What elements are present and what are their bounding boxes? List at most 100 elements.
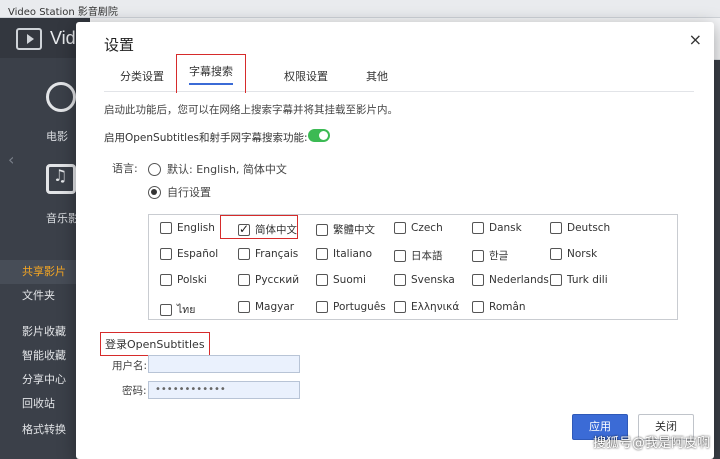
window-title: Video Station 影音剧院 — [8, 7, 118, 18]
radio-custom-circle[interactable] — [148, 185, 161, 199]
checkbox-box[interactable] — [238, 248, 250, 260]
checkbox-label: 日本語 — [411, 250, 443, 262]
language-checkbox[interactable]: Svenska — [394, 274, 455, 286]
checkbox-label: Czech — [411, 222, 443, 234]
language-checkbox[interactable]: Español — [160, 248, 218, 260]
video-station-logo-icon — [16, 28, 42, 50]
checkbox-box[interactable] — [472, 301, 484, 313]
language-checkbox[interactable]: Dansk — [472, 222, 522, 234]
language-checkbox[interactable]: ไทย — [160, 301, 195, 318]
checkbox-box[interactable] — [394, 222, 406, 234]
language-checkbox[interactable]: English — [160, 222, 215, 234]
checkbox-label: Português — [333, 301, 386, 313]
dialog-title: 设置 — [104, 36, 135, 54]
checkbox-box[interactable] — [472, 274, 484, 286]
checkbox-box[interactable] — [160, 274, 172, 286]
checkbox-box[interactable] — [238, 222, 250, 236]
language-checkbox[interactable]: Magyar — [238, 301, 294, 313]
checkbox-box[interactable] — [316, 274, 328, 286]
checkbox-label: 简体中文 — [255, 224, 297, 236]
enable-label: 启用OpenSubtitles和射手网字幕搜索功能: — [104, 132, 308, 144]
tab-other[interactable]: 其他 — [366, 68, 388, 84]
language-checkbox[interactable]: 简体中文 — [238, 222, 297, 237]
checkbox-label: Norsk — [567, 248, 598, 260]
tab-permissions[interactable]: 权限设置 — [284, 68, 328, 84]
password-label: 密码: — [122, 385, 147, 397]
checkbox-label: Polski — [177, 274, 207, 286]
checkbox-label: Svenska — [411, 274, 455, 286]
checkbox-box[interactable] — [238, 274, 250, 286]
nav-movie-label[interactable]: 电影 — [46, 128, 68, 144]
checkbox-label: Deutsch — [567, 222, 611, 234]
checkbox-box[interactable] — [550, 274, 562, 286]
language-checkbox[interactable]: Român — [472, 301, 526, 313]
checkbox-box[interactable] — [394, 274, 406, 286]
tab-subtitle-search[interactable]: 字幕搜索 — [176, 54, 246, 93]
feature-description: 启动此功能后，您可以在网络上搜索字幕并将其挂载至影片内。 — [104, 104, 398, 116]
checkbox-label: 繁體中文 — [333, 224, 375, 236]
language-checkbox[interactable]: Русский — [238, 274, 299, 286]
checkbox-box[interactable] — [160, 303, 172, 316]
language-checkbox[interactable]: Suomi — [316, 274, 366, 286]
checkbox-box[interactable] — [316, 248, 328, 260]
checkbox-box[interactable] — [394, 249, 406, 262]
nav-music-label[interactable]: 音乐影 — [46, 210, 79, 226]
checkbox-label: Suomi — [333, 274, 366, 286]
radio-default-circle[interactable] — [148, 162, 161, 176]
tab-subtitle-search-label: 字幕搜索 — [189, 63, 233, 85]
checkbox-box[interactable] — [550, 222, 562, 234]
radio-custom-label: 自行设置 — [167, 186, 211, 199]
username-input[interactable] — [148, 355, 300, 373]
language-checkbox[interactable]: Czech — [394, 222, 443, 234]
language-checkbox[interactable]: Norsk — [550, 248, 597, 260]
film-reel-icon[interactable] — [46, 82, 76, 112]
brand-name: Vid — [50, 28, 76, 48]
checkbox-label: Ελληνικά — [411, 301, 460, 313]
language-checkbox[interactable]: Ελληνικά — [394, 301, 459, 313]
language-checkbox[interactable]: Deutsch — [550, 222, 610, 234]
checkbox-box[interactable] — [394, 301, 406, 313]
language-checkbox[interactable]: 한글 — [472, 248, 508, 263]
username-label: 用户名: — [112, 360, 148, 372]
language-label: 语言: — [112, 162, 138, 175]
checkbox-label: Român — [489, 301, 526, 313]
radio-custom-language[interactable]: 自行设置 — [148, 184, 211, 200]
language-checkbox[interactable]: Nederlands — [472, 274, 549, 286]
checkbox-box[interactable] — [472, 249, 484, 262]
language-checkbox[interactable]: Polski — [160, 274, 207, 286]
checkbox-label: Italiano — [333, 248, 372, 260]
checkbox-label: English — [177, 222, 215, 234]
window-titlebar: Video Station 影音剧院 — [0, 0, 720, 18]
checkbox-box[interactable] — [316, 223, 328, 236]
radio-default-label: 默认: English, 简体中文 — [167, 163, 287, 176]
watermark: 搜狐号@我是阿皮啊 — [592, 436, 710, 451]
tab-bar: 分类设置 字幕搜索 权限设置 其他 — [104, 54, 694, 93]
checkbox-label: Dansk — [489, 222, 522, 234]
checkbox-box[interactable] — [160, 248, 172, 260]
checkbox-box[interactable] — [316, 301, 328, 313]
language-checkbox[interactable]: Turk dili — [550, 274, 608, 286]
login-section-title: 登录OpenSubtitles — [100, 332, 210, 356]
tab-category-settings[interactable]: 分类设置 — [120, 68, 164, 84]
language-checkbox[interactable]: Français — [238, 248, 298, 260]
checkbox-label: ไทย — [177, 304, 196, 316]
radio-default-language[interactable]: 默认: English, 简体中文 — [148, 161, 287, 177]
checkbox-label: 한글 — [489, 250, 509, 262]
checkbox-box[interactable] — [472, 222, 484, 234]
checkbox-box[interactable] — [238, 301, 250, 313]
checkbox-box[interactable] — [160, 222, 172, 234]
language-checkbox[interactable]: 日本語 — [394, 248, 443, 263]
enable-toggle[interactable] — [308, 129, 330, 142]
chevron-left-icon[interactable]: ‹ — [8, 150, 14, 169]
language-checkbox[interactable]: 繁體中文 — [316, 222, 375, 237]
language-checkbox[interactable]: Italiano — [316, 248, 372, 260]
language-checkbox[interactable]: Português — [316, 301, 386, 313]
checkbox-label: Français — [255, 248, 299, 260]
music-icon[interactable] — [46, 164, 76, 194]
checkbox-label: Español — [177, 248, 219, 260]
checkbox-label: Turk dili — [567, 274, 608, 286]
checkbox-box[interactable] — [550, 248, 562, 260]
password-input[interactable]: •••••••••••• — [148, 381, 300, 399]
checkbox-label: Magyar — [255, 301, 295, 313]
close-icon[interactable]: × — [689, 30, 702, 49]
